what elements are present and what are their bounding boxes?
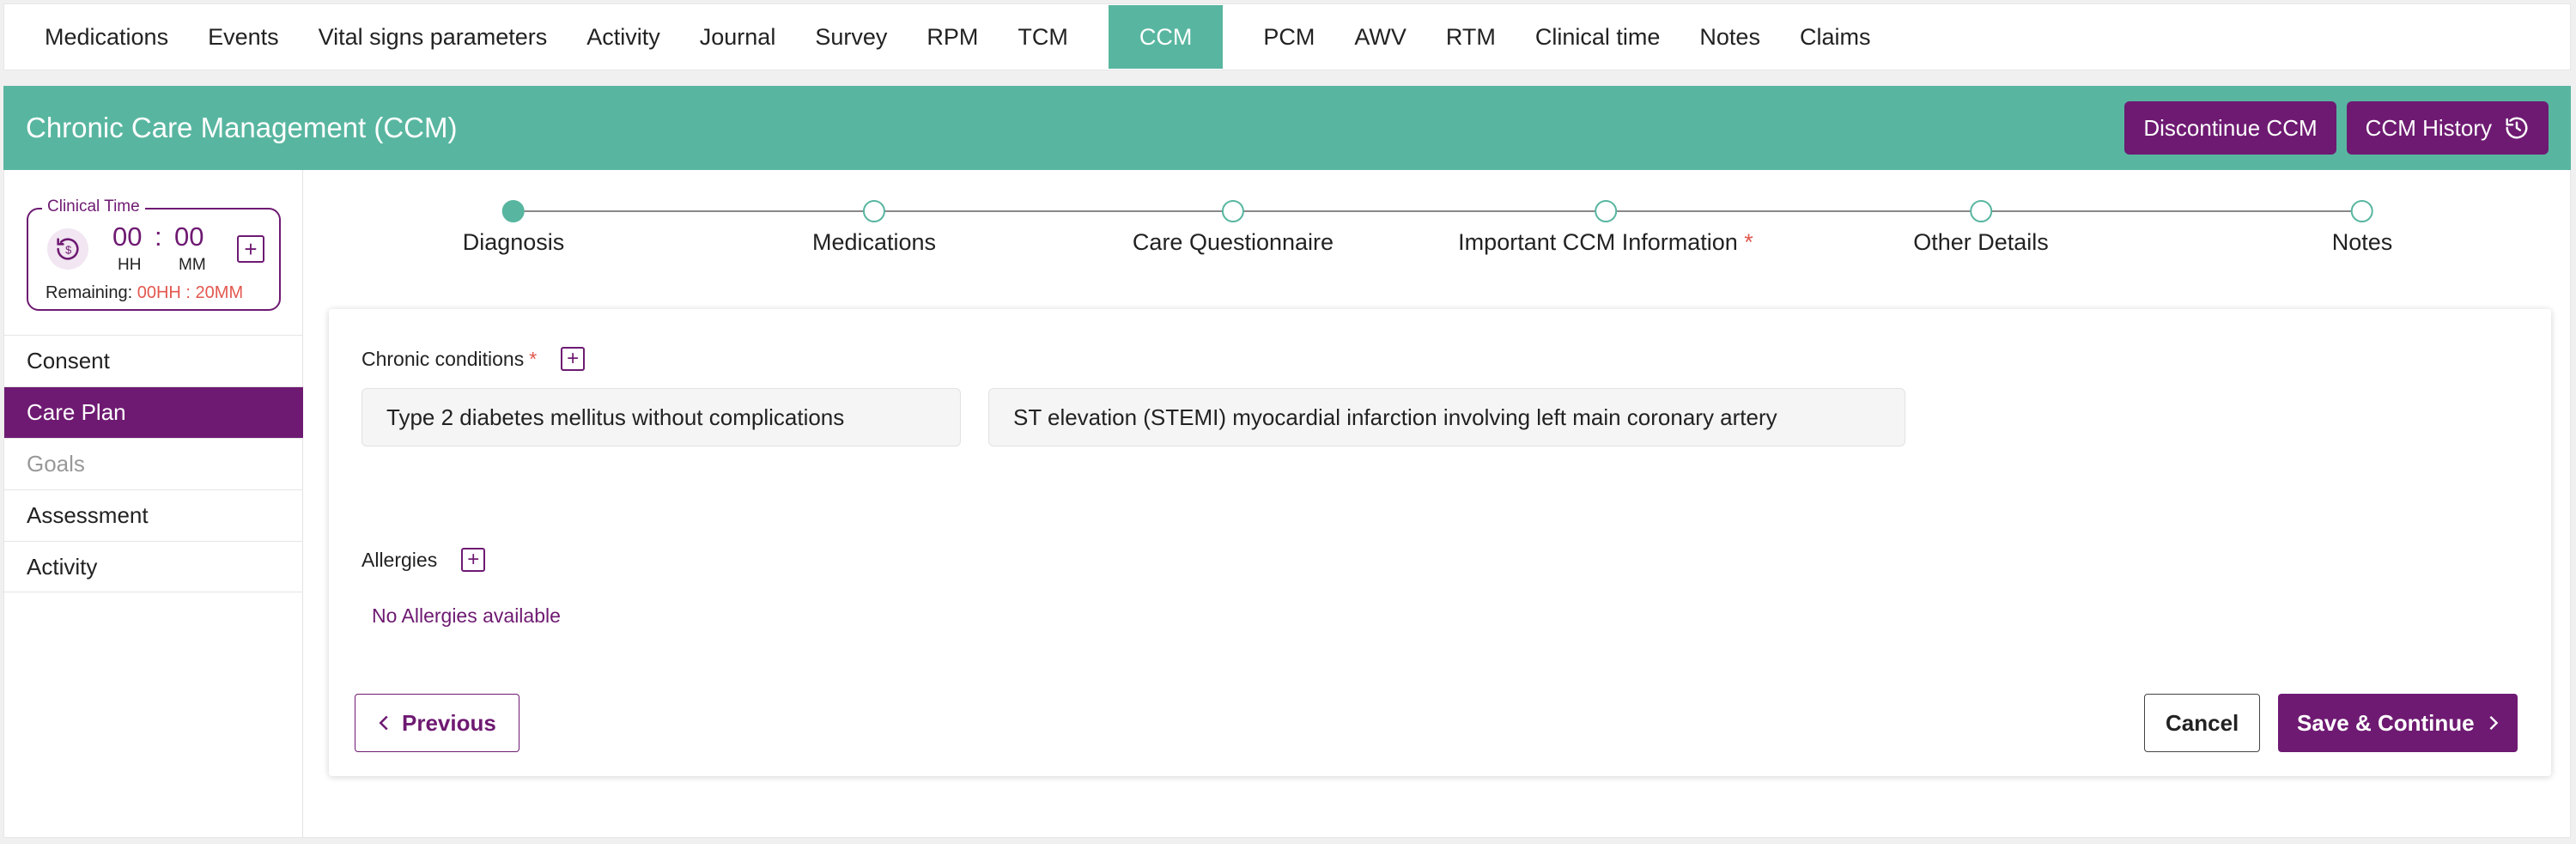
tab-ccm[interactable]: CCM	[1108, 5, 1224, 69]
step-label-wrap: Important CCM Information *	[1458, 229, 1753, 256]
tab-pcm[interactable]: PCM	[1243, 5, 1334, 69]
discontinue-ccm-button[interactable]: Discontinue CCM	[2124, 101, 2336, 155]
remaining-time: Remaining: 00HH : 20MM	[46, 283, 243, 303]
clinical-time-minutes: 00	[174, 222, 204, 252]
sidebar-item-care-plan[interactable]: Care Plan	[4, 386, 303, 438]
diagnosis-card: Chronic conditions * + Type 2 diabetes m…	[329, 309, 2551, 776]
step-label: Medications	[811, 229, 937, 255]
tab-events[interactable]: Events	[188, 5, 299, 69]
tab-medications[interactable]: Medications	[25, 5, 188, 69]
chronic-condition-chip: Type 2 diabetes mellitus without complic…	[361, 388, 961, 446]
step-diagnosis[interactable]: Diagnosis	[462, 200, 565, 256]
step-label: Care Questionnaire	[1132, 229, 1334, 255]
chevron-right-icon	[2488, 714, 2499, 732]
save-continue-label: Save & Continue	[2297, 709, 2475, 736]
timer-icon: $	[47, 228, 88, 270]
step-dot	[1221, 200, 1244, 222]
previous-label: Previous	[402, 709, 496, 736]
sidebar-item-goals: Goals	[4, 438, 303, 489]
tab-awv[interactable]: AWV	[1334, 5, 1426, 69]
sidebar-menu: Consent Care Plan Goals Assessment Activ…	[4, 335, 303, 592]
tab-vital-signs-parameters[interactable]: Vital signs parameters	[299, 5, 568, 69]
step-label: Other Details	[1913, 229, 2049, 255]
step-dot	[2350, 200, 2373, 222]
clinical-time-widget: Clinical Time $ 00 : 00 HH MM + Remainin…	[27, 197, 281, 311]
step-other-details[interactable]: Other Details	[1913, 200, 2049, 256]
tab-activity[interactable]: Activity	[567, 5, 680, 69]
sidebar-item-assessment[interactable]: Assessment	[4, 489, 303, 541]
step-label: Notes	[2331, 229, 2393, 255]
step-care-questionnaire[interactable]: Care Questionnaire	[1133, 200, 1334, 256]
clinical-time-hours: 00	[112, 222, 143, 252]
top-tab-bar: Medications Events Vital signs parameter…	[3, 3, 2571, 70]
clinical-time-legend: Clinical Time	[42, 197, 145, 216]
stepper-line	[524, 210, 2370, 212]
chronic-conditions-label: Chronic conditions	[361, 347, 525, 370]
add-allergy-button[interactable]: +	[461, 548, 486, 572]
add-chronic-condition-button[interactable]: +	[561, 347, 586, 371]
sidebar: Clinical Time $ 00 : 00 HH MM + Remainin…	[4, 170, 303, 838]
tab-notes[interactable]: Notes	[1680, 5, 1780, 69]
tab-clinical-time[interactable]: Clinical time	[1516, 5, 1680, 69]
tab-claims[interactable]: Claims	[1780, 5, 1891, 69]
ccm-history-label: CCM History	[2365, 114, 2492, 141]
step-dot	[1594, 200, 1617, 222]
hours-label: HH	[118, 256, 142, 274]
step-dot	[502, 200, 525, 222]
page-title: Chronic Care Management (CCM)	[26, 112, 458, 143]
ccm-history-button[interactable]: CCM History	[2346, 101, 2549, 155]
allergies-label: Allergies	[361, 548, 438, 571]
no-allergies-message: No Allergies available	[372, 604, 561, 627]
sidebar-item-activity[interactable]: Activity	[4, 541, 303, 592]
step-label: Diagnosis	[462, 229, 565, 255]
step-important-ccm-information[interactable]: Important CCM Information *	[1458, 200, 1753, 256]
tab-survey[interactable]: Survey	[795, 5, 907, 69]
history-icon	[2504, 115, 2530, 141]
save-continue-button[interactable]: Save & Continue	[2278, 694, 2518, 752]
step-medications[interactable]: Medications	[812, 200, 936, 256]
required-mark: *	[1744, 229, 1753, 255]
care-plan-stepper: Diagnosis Medications Care Questionnaire…	[303, 170, 2570, 307]
tab-journal[interactable]: Journal	[680, 5, 796, 69]
step-dot	[862, 200, 885, 222]
remaining-value: 00HH : 20MM	[137, 283, 244, 302]
svg-text:$: $	[65, 244, 71, 257]
remaining-label: Remaining:	[46, 283, 133, 302]
main-panel: Clinical Time $ 00 : 00 HH MM + Remainin…	[3, 170, 2571, 838]
chronic-conditions-header: Chronic conditions * +	[361, 347, 586, 371]
step-dot	[1970, 200, 1992, 222]
chronic-condition-chip: ST elevation (STEMI) myocardial infarcti…	[988, 388, 1905, 446]
page-header: Chronic Care Management (CCM) Discontinu…	[3, 86, 2571, 170]
cancel-button[interactable]: Cancel	[2144, 694, 2261, 752]
required-mark: *	[529, 347, 538, 370]
minutes-label: MM	[179, 256, 206, 274]
add-clinical-time-button[interactable]: +	[237, 235, 264, 263]
allergies-header: Allergies +	[361, 548, 486, 572]
tab-tcm[interactable]: TCM	[998, 5, 1087, 69]
step-label: Important CCM Information	[1458, 229, 1738, 255]
sidebar-item-consent[interactable]: Consent	[4, 335, 303, 386]
clinical-time-separator: :	[155, 222, 162, 252]
step-notes[interactable]: Notes	[2331, 200, 2393, 256]
tab-rpm[interactable]: RPM	[907, 5, 998, 69]
discontinue-ccm-label: Discontinue CCM	[2143, 114, 2318, 141]
previous-button[interactable]: Previous	[355, 694, 519, 752]
chevron-left-icon	[378, 714, 390, 732]
tab-rtm[interactable]: RTM	[1426, 5, 1516, 69]
